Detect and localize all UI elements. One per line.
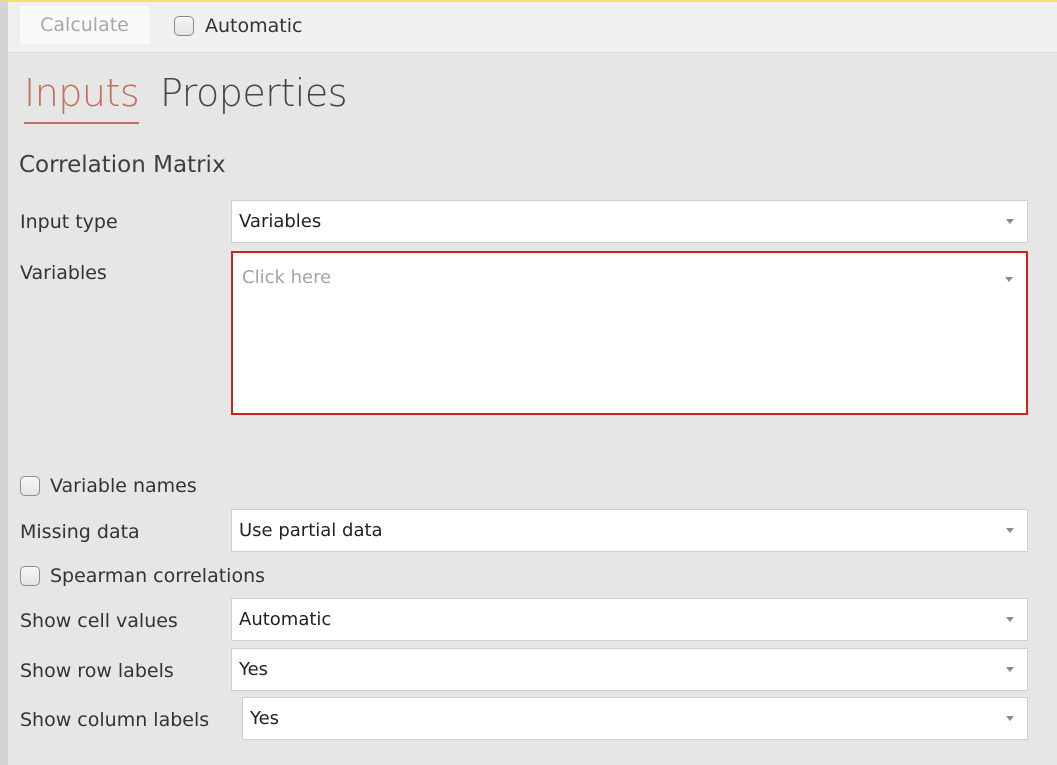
automatic-checkbox[interactable] xyxy=(174,16,194,36)
input-type-value: Variables xyxy=(239,211,322,232)
spearman-checkbox[interactable] xyxy=(20,566,40,586)
tab-inputs[interactable]: Inputs xyxy=(24,70,140,124)
show-column-labels-label: Show column labels xyxy=(20,709,210,731)
chevron-down-icon xyxy=(1006,617,1014,622)
chevron-down-icon xyxy=(1006,667,1014,672)
calculate-button[interactable]: Calculate xyxy=(20,6,149,44)
missing-data-dropdown[interactable]: Use partial data xyxy=(231,509,1028,552)
variables-label: Variables xyxy=(20,262,107,284)
spearman-checkbox-row[interactable]: Spearman correlations xyxy=(20,565,265,587)
show-cell-values-dropdown[interactable]: Automatic xyxy=(231,598,1028,641)
chevron-down-icon xyxy=(1006,528,1014,533)
show-column-labels-value: Yes xyxy=(250,708,280,729)
input-type-label: Input type xyxy=(20,211,118,233)
show-cell-values-value: Automatic xyxy=(239,609,332,630)
chevron-down-icon xyxy=(1006,219,1014,224)
variable-names-checkbox-row[interactable]: Variable names xyxy=(20,475,197,497)
show-cell-values-label: Show cell values xyxy=(20,610,178,632)
variable-names-checkbox[interactable] xyxy=(20,476,40,496)
variables-dropdown[interactable]: Click here xyxy=(231,251,1028,415)
missing-data-label: Missing data xyxy=(20,521,140,543)
chevron-down-icon xyxy=(1005,277,1013,282)
variables-placeholder: Click here xyxy=(242,267,332,288)
toolbar: Calculate Automatic xyxy=(8,2,1057,53)
input-type-dropdown[interactable]: Variables xyxy=(231,200,1028,243)
show-row-labels-label: Show row labels xyxy=(20,660,174,682)
show-column-labels-dropdown[interactable]: Yes xyxy=(242,697,1028,740)
automatic-checkbox-row[interactable]: Automatic xyxy=(174,14,302,38)
variable-names-label: Variable names xyxy=(50,475,197,497)
missing-data-value: Use partial data xyxy=(239,520,383,541)
app-window: Calculate Automatic Inputs Properties Co… xyxy=(0,0,1057,765)
section-title: Correlation Matrix xyxy=(19,152,226,178)
automatic-label: Automatic xyxy=(205,15,303,37)
spearman-label: Spearman correlations xyxy=(50,565,266,587)
show-row-labels-value: Yes xyxy=(239,659,269,680)
chevron-down-icon xyxy=(1006,716,1014,721)
show-row-labels-dropdown[interactable]: Yes xyxy=(231,648,1028,691)
tab-properties[interactable]: Properties xyxy=(160,70,348,116)
